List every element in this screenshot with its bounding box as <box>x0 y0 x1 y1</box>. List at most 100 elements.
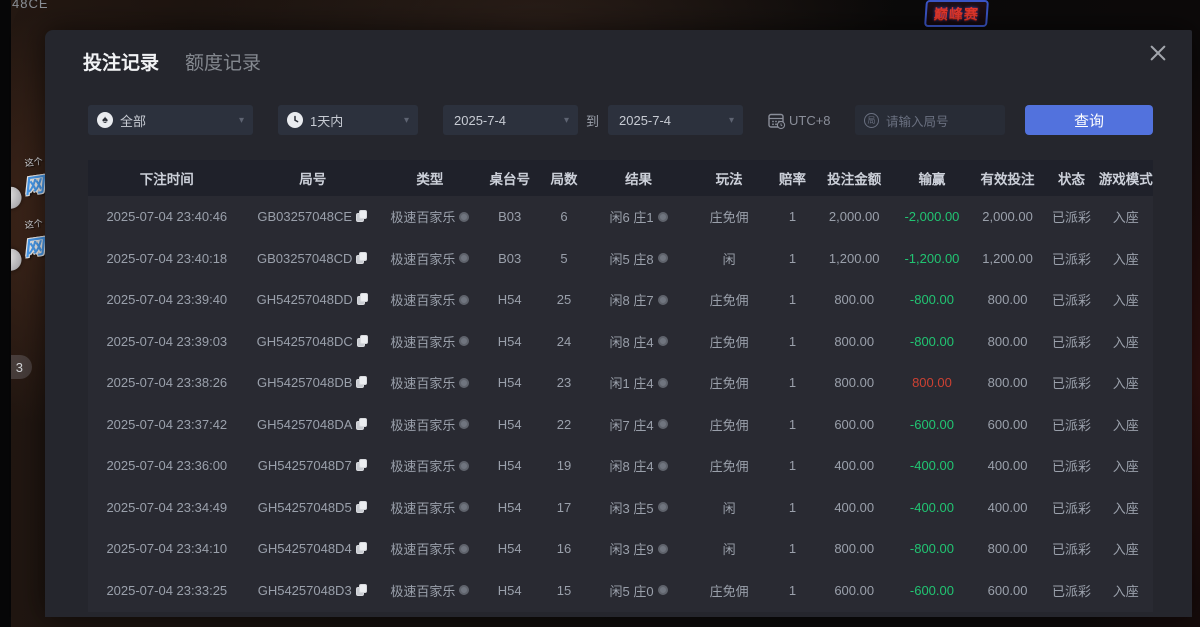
type-info-icon <box>459 461 469 471</box>
query-button[interactable]: 查询 <box>1025 105 1153 135</box>
table-row: 2025-07-04 23:38:26GH54257048DB极速百家乐H542… <box>88 362 1153 404</box>
cell-bet: 600.00 <box>815 417 893 432</box>
cell-result: 闲8 庄4 <box>589 456 689 475</box>
copy-icon[interactable] <box>356 376 368 389</box>
result-replay-icon[interactable] <box>658 336 668 346</box>
cell-bet: 600.00 <box>815 583 893 598</box>
cell-odds: 1 <box>770 417 816 432</box>
copy-icon[interactable] <box>356 252 368 265</box>
cell-time: 2025-07-04 23:34:10 <box>88 541 246 556</box>
cell-valid: 400.00 <box>971 458 1044 473</box>
cell-status: 已派彩 <box>1044 373 1098 392</box>
cell-round: 5 <box>540 251 589 266</box>
header-valid: 有效投注 <box>971 168 1044 188</box>
cell-valid: 2,000.00 <box>971 209 1044 224</box>
cell-result: 闲8 庄7 <box>589 290 689 309</box>
date-from-select[interactable]: 2025-7-4 ▾ <box>443 105 578 135</box>
header-type: 类型 <box>380 168 480 188</box>
cell-status: 已派彩 <box>1044 456 1098 475</box>
cell-time: 2025-07-04 23:38:26 <box>88 375 246 390</box>
cell-game_no: GH54257048D7 <box>246 458 380 473</box>
cell-valid: 1,200.00 <box>971 251 1044 266</box>
cell-mode: 入座 <box>1099 415 1153 434</box>
result-replay-icon[interactable] <box>658 253 668 263</box>
cell-game_no: GH54257048DB <box>246 375 380 390</box>
cell-odds: 1 <box>770 251 816 266</box>
cell-odds: 1 <box>770 334 816 349</box>
cell-play: 闲 <box>689 498 770 517</box>
cell-table_no: H54 <box>480 375 540 390</box>
tab-betting-records[interactable]: 投注记录 <box>83 48 159 75</box>
copy-icon[interactable] <box>356 418 368 431</box>
cell-table_no: H54 <box>480 417 540 432</box>
cell-win: -800.00 <box>893 334 971 349</box>
copy-icon[interactable] <box>356 210 368 223</box>
cell-bet: 800.00 <box>815 541 893 556</box>
cell-round: 17 <box>540 500 589 515</box>
chevron-down-icon: ▾ <box>729 115 734 126</box>
cell-round: 16 <box>540 541 589 556</box>
cell-play: 闲 <box>689 539 770 558</box>
cell-round: 22 <box>540 417 589 432</box>
copy-icon[interactable] <box>356 501 368 514</box>
game-number-search-input[interactable]: 局 请输入局号 <box>855 105 1005 135</box>
copy-icon[interactable] <box>356 542 368 555</box>
category-dropdown[interactable]: ♠ 全部 ▾ <box>88 105 253 135</box>
cell-valid: 600.00 <box>971 417 1044 432</box>
header-result: 结果 <box>589 168 689 188</box>
cell-type: 极速百家乐 <box>380 373 480 392</box>
cell-play: 庄免佣 <box>689 207 770 226</box>
table-body: 2025-07-04 23:40:46GB03257048CE极速百家乐B036… <box>88 196 1153 611</box>
cell-play: 庄免佣 <box>689 373 770 392</box>
to-label: 到 <box>586 111 599 130</box>
cell-mode: 入座 <box>1099 498 1153 517</box>
timezone-indicator: UTC+8 <box>767 105 831 135</box>
date-to-select[interactable]: 2025-7-4 ▾ <box>608 105 743 135</box>
betting-records-table: 下注时间局号类型桌台号局数结果玩法赔率投注金额输赢有效投注状态游戏模式 2025… <box>88 160 1153 612</box>
cell-play: 庄免佣 <box>689 332 770 351</box>
cell-mode: 入座 <box>1099 456 1153 475</box>
cell-status: 已派彩 <box>1044 290 1098 309</box>
copy-icon[interactable] <box>356 584 368 597</box>
cell-round: 25 <box>540 292 589 307</box>
header-time: 下注时间 <box>88 168 246 188</box>
cell-result: 闲5 庄0 <box>589 581 689 600</box>
cell-status: 已派彩 <box>1044 415 1098 434</box>
table-row: 2025-07-04 23:33:25GH54257048D3极速百家乐H541… <box>88 570 1153 612</box>
cell-win: -600.00 <box>893 583 971 598</box>
cell-type: 极速百家乐 <box>380 539 480 558</box>
copy-icon[interactable] <box>357 293 369 306</box>
result-replay-icon[interactable] <box>658 502 668 512</box>
cell-valid: 400.00 <box>971 500 1044 515</box>
cell-odds: 1 <box>770 583 816 598</box>
tab-quota-records[interactable]: 额度记录 <box>185 48 261 75</box>
cell-bet: 800.00 <box>815 375 893 390</box>
table-row: 2025-07-04 23:39:40GH54257048DD极速百家乐H542… <box>88 279 1153 321</box>
table-row: 2025-07-04 23:34:49GH54257048D5极速百家乐H541… <box>88 487 1153 529</box>
cell-play: 庄免佣 <box>689 456 770 475</box>
cell-odds: 1 <box>770 541 816 556</box>
cell-mode: 入座 <box>1099 581 1153 600</box>
time-range-dropdown[interactable]: 1天内 ▾ <box>278 105 418 135</box>
result-replay-icon[interactable] <box>658 419 668 429</box>
table-header-row: 下注时间局号类型桌台号局数结果玩法赔率投注金额输赢有效投注状态游戏模式 <box>88 160 1153 196</box>
result-replay-icon[interactable] <box>658 378 668 388</box>
copy-icon[interactable] <box>356 459 368 472</box>
cell-type: 极速百家乐 <box>380 332 480 351</box>
cell-type: 极速百家乐 <box>380 498 480 517</box>
cell-play: 庄免佣 <box>689 415 770 434</box>
type-info-icon <box>459 336 469 346</box>
result-replay-icon[interactable] <box>658 212 668 222</box>
result-replay-icon[interactable] <box>658 544 668 554</box>
copy-icon[interactable] <box>357 335 369 348</box>
close-icon[interactable] <box>1145 40 1171 66</box>
cell-table_no: B03 <box>480 251 540 266</box>
result-replay-icon[interactable] <box>658 295 668 305</box>
table-row: 2025-07-04 23:37:42GH54257048DA极速百家乐H542… <box>88 404 1153 446</box>
result-replay-icon[interactable] <box>658 461 668 471</box>
cell-bet: 800.00 <box>815 292 893 307</box>
cell-odds: 1 <box>770 292 816 307</box>
cell-valid: 800.00 <box>971 292 1044 307</box>
header-play: 玩法 <box>689 168 770 188</box>
result-replay-icon[interactable] <box>658 585 668 595</box>
